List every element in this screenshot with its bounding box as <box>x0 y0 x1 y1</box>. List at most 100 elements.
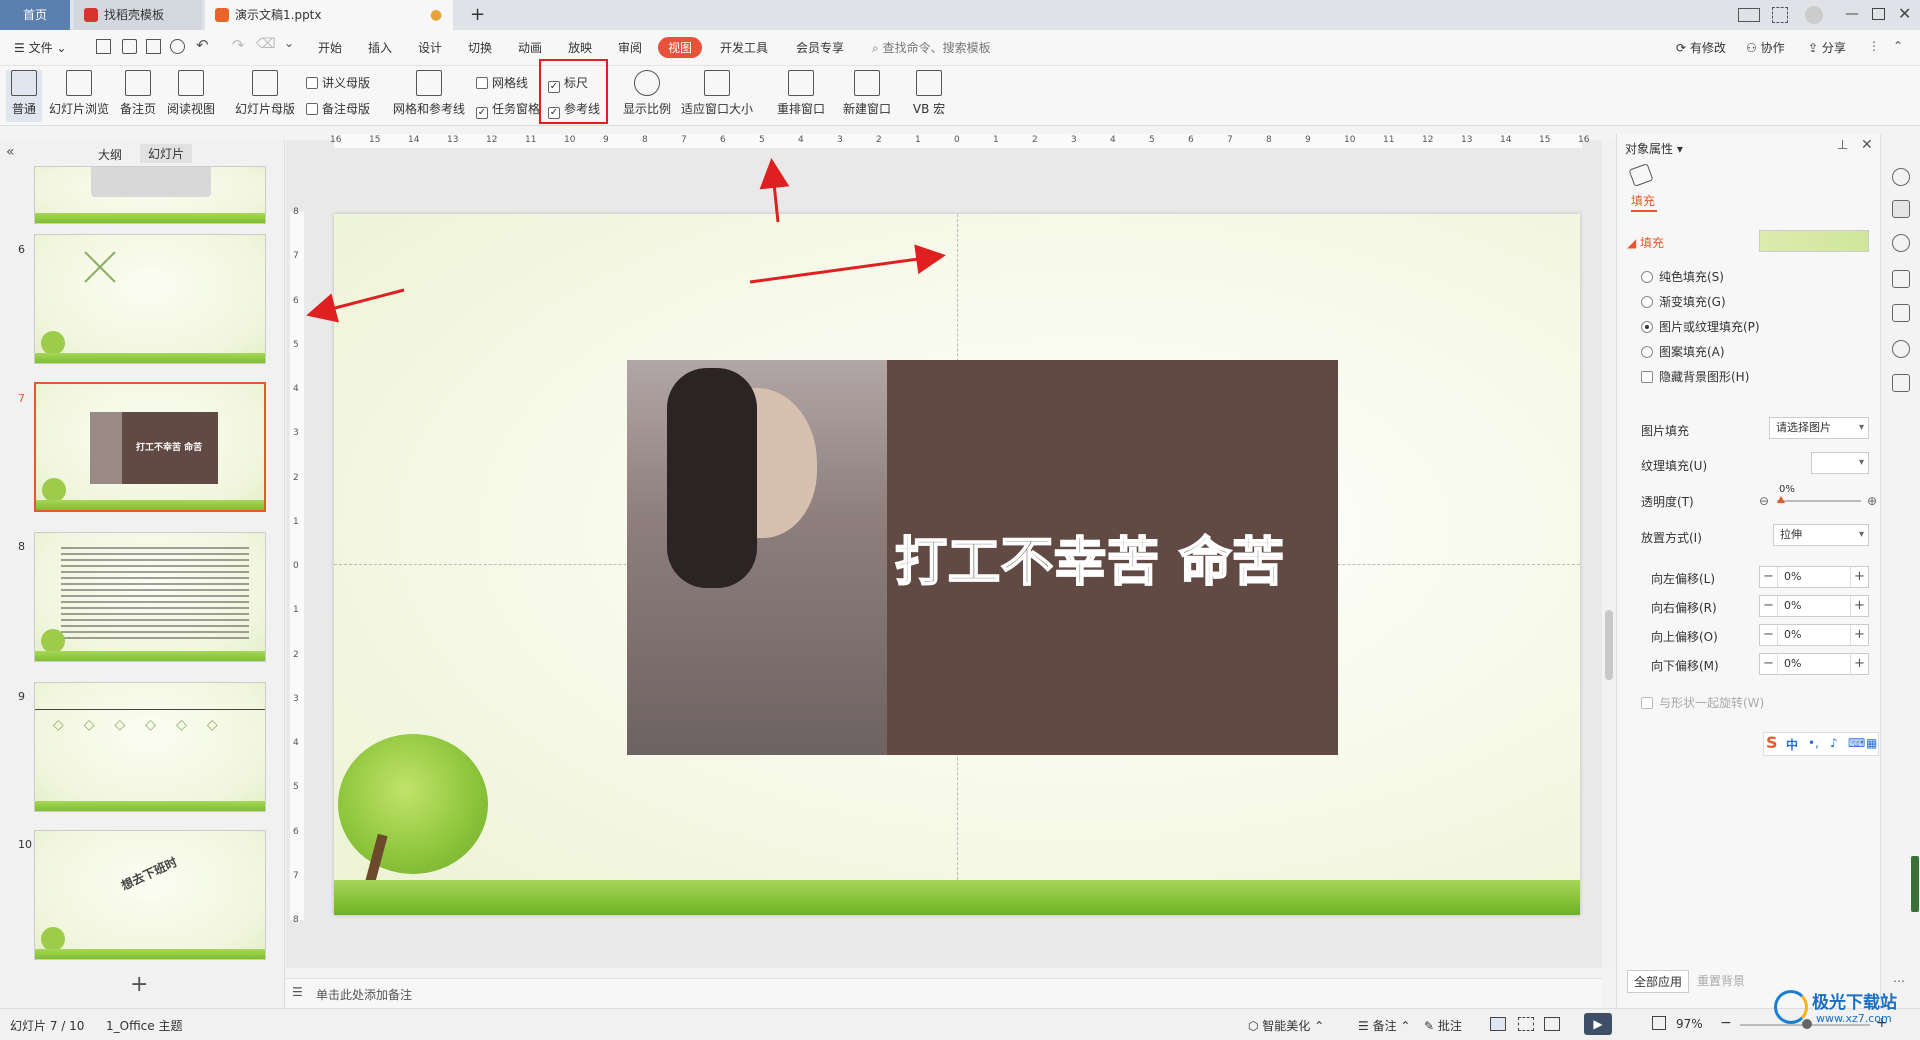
plus-icon[interactable]: + <box>1850 625 1868 645</box>
slide-sorter-icon[interactable] <box>1518 1017 1534 1031</box>
arrow-to-hruler <box>759 158 790 223</box>
radio-icon <box>1641 346 1653 358</box>
picture-fill-radio[interactable]: 图片或纹理填充(P) <box>1641 318 1760 335</box>
location-icon[interactable] <box>1892 340 1910 358</box>
side-widget[interactable] <box>1911 856 1919 912</box>
fill-section-label: 填充 <box>1640 236 1665 250</box>
panel-close-icon[interactable]: ✕ <box>1861 137 1873 153</box>
checkbox-icon <box>1641 697 1653 709</box>
hide-background-checkbox[interactable]: 隐藏背景图形(H) <box>1641 368 1749 385</box>
plus-icon[interactable]: + <box>1850 596 1868 616</box>
picture-fill-option-label: 图片或纹理填充(P) <box>1659 320 1760 334</box>
ime-punct[interactable]: •, <box>1808 736 1819 750</box>
rotate-with-shape-label: 与形状一起旋转(W) <box>1659 696 1765 710</box>
transparency-value: 0% <box>1779 484 1795 495</box>
rotate-with-shape-checkbox[interactable]: 与形状一起旋转(W) <box>1641 694 1764 711</box>
sogou-logo-icon: S <box>1766 733 1778 752</box>
watermark-logo: 极光下载站 www.xz7.com <box>1774 984 1914 1034</box>
notes-icon: ☰ <box>292 985 303 999</box>
fit-icon[interactable] <box>1652 1016 1666 1030</box>
offset-top-stepper[interactable]: −0% + <box>1759 624 1869 646</box>
texture-fill-label: 纹理填充(U) <box>1641 459 1708 473</box>
minus-icon[interactable]: − <box>1760 625 1778 645</box>
status-bar: 幻灯片 7 / 10 1_Office 主题 ⬡ 智能美化 ⌃ ☰ 备注 ⌃ ✎… <box>0 1008 1920 1040</box>
solid-fill-label: 纯色填充(S) <box>1659 270 1724 284</box>
gradient-fill-radio[interactable]: 渐变填充(G) <box>1641 293 1726 310</box>
offset-top-label: 向上偏移(O) <box>1651 630 1718 644</box>
notes-toggle-button[interactable]: ☰ 备注 ⌃ <box>1358 1017 1410 1034</box>
picture-fill-dropdown[interactable]: 请选择图片 <box>1769 417 1869 439</box>
layers-icon[interactable] <box>1892 270 1910 288</box>
picture-fill-label: 图片填充 <box>1641 424 1690 438</box>
offset-left-label: 向左偏移(L) <box>1651 572 1716 586</box>
offset-left-value[interactable]: 0% <box>1784 570 1801 583</box>
ime-menu-icon[interactable]: ▦ <box>1866 736 1877 750</box>
minus-icon[interactable]: − <box>1760 654 1778 674</box>
ime-toolbar[interactable]: S 中 •, ♪ ⌨ ▦ <box>1763 732 1879 756</box>
offset-right-value[interactable]: 0% <box>1784 599 1801 612</box>
transparency-decrease-icon[interactable]: ⊖ <box>1759 494 1769 508</box>
star-icon[interactable] <box>1892 234 1910 252</box>
offset-right-stepper[interactable]: −0% + <box>1759 595 1869 617</box>
comments-label: 批注 <box>1437 1019 1462 1033</box>
solid-fill-radio[interactable]: 纯色填充(S) <box>1641 268 1724 285</box>
keyboard-icon[interactable]: ⌨ <box>1848 736 1865 750</box>
comments-button[interactable]: ✎ 批注 <box>1424 1017 1462 1034</box>
offset-bottom-stepper[interactable]: −0% + <box>1759 653 1869 675</box>
rocket-icon[interactable] <box>1892 168 1910 186</box>
apply-all-button[interactable]: 全部应用 <box>1627 970 1690 993</box>
reset-background-button[interactable]: 重置背景 <box>1691 970 1751 991</box>
image-icon[interactable] <box>1892 304 1910 322</box>
microphone-icon[interactable]: ♪ <box>1830 736 1838 750</box>
smart-beautify-button[interactable]: ⬡ 智能美化 ⌃ <box>1248 1017 1324 1034</box>
ime-lang[interactable]: 中 <box>1786 736 1798 753</box>
gradient-fill-label: 渐变填充(G) <box>1659 295 1726 309</box>
transparency-label: 透明度(T) <box>1641 495 1694 509</box>
offset-left-stepper[interactable]: −0% + <box>1759 566 1869 588</box>
book-open-icon[interactable] <box>1892 374 1910 392</box>
placement-dropdown[interactable]: 拉伸 <box>1773 524 1869 546</box>
panel-title-label: 对象属性 <box>1625 142 1674 156</box>
radio-icon <box>1641 296 1653 308</box>
properties-icon[interactable] <box>1892 200 1910 218</box>
minus-icon[interactable]: − <box>1760 567 1778 587</box>
fill-preview-dropdown[interactable] <box>1759 230 1869 252</box>
arrow-to-vruler <box>306 288 405 323</box>
theme-name[interactable]: 1_Office 主题 <box>106 1017 182 1034</box>
notes-placeholder[interactable]: 单击此处添加备注 <box>316 986 412 1003</box>
texture-fill-dropdown[interactable] <box>1811 452 1869 474</box>
normal-view-status-icon[interactable] <box>1490 1017 1506 1031</box>
fill-section-header[interactable]: ◢ 填充 <box>1627 234 1664 251</box>
pattern-fill-label: 图案填充(A) <box>1659 345 1725 359</box>
offset-bottom-value[interactable]: 0% <box>1784 657 1801 670</box>
object-properties-panel: 对象属性 ▾ ⊥ ✕ 填充 ◢ 填充 纯色填充(S) 渐变填充(G) 图片或纹理… <box>1616 134 1880 1008</box>
fill-bucket-icon[interactable] <box>1628 163 1654 187</box>
panel-title[interactable]: 对象属性 ▾ <box>1625 140 1683 157</box>
placement-label: 放置方式(I) <box>1641 531 1702 545</box>
minus-icon[interactable]: − <box>1760 596 1778 616</box>
reading-view-icon[interactable] <box>1544 1017 1560 1031</box>
pattern-fill-radio[interactable]: 图案填充(A) <box>1641 343 1725 360</box>
transparency-increase-icon[interactable]: ⊕ <box>1867 494 1877 508</box>
zoom-percent[interactable]: 97% <box>1676 1017 1703 1031</box>
offset-top-value[interactable]: 0% <box>1784 628 1801 641</box>
notes-toggle-label: 备注 <box>1372 1019 1397 1033</box>
notes-bar[interactable]: ☰ 单击此处添加备注 <box>286 978 1602 1008</box>
smart-beautify-label: 智能美化 <box>1262 1019 1311 1033</box>
right-sidebar: ⋯ <box>1880 134 1920 1008</box>
checkbox-icon <box>1641 371 1653 383</box>
slide-position: 幻灯片 7 / 10 <box>10 1019 85 1033</box>
zoom-out-icon[interactable]: − <box>1720 1015 1732 1031</box>
transparency-slider[interactable] <box>1777 496 1861 503</box>
plus-icon[interactable]: + <box>1850 567 1868 587</box>
pin-icon[interactable]: ⊥ <box>1837 138 1848 153</box>
slider-handle[interactable] <box>1777 496 1785 503</box>
watermark-logo-icon <box>1774 990 1808 1024</box>
hide-background-label: 隐藏背景图形(H) <box>1659 370 1750 384</box>
fill-tab[interactable]: 填充 <box>1631 192 1655 209</box>
radio-selected-icon <box>1641 321 1653 333</box>
radio-icon <box>1641 271 1653 283</box>
offset-bottom-label: 向下偏移(M) <box>1651 659 1719 673</box>
play-slideshow-icon[interactable]: ▶ <box>1584 1013 1612 1035</box>
plus-icon[interactable]: + <box>1850 654 1868 674</box>
